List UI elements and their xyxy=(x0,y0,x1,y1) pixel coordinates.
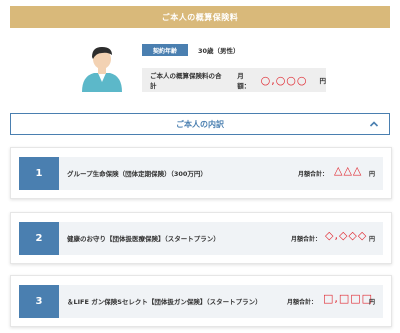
item-number: 1 xyxy=(19,157,59,190)
contract-age-badge: 契約年齢 xyxy=(142,44,188,56)
page-header: ご本人の概算保険料 xyxy=(10,6,390,28)
insurance-item-body: 2 健康のお守り【団体扱医療保険】（スタートプラン） 月額合計： ◇,◇◇◇ 円 xyxy=(19,222,383,255)
insurance-item-card: 3 ＆LIFE ガン保険Sセレクト【団体扱ガン保険】（スタートプラン） 月額合計… xyxy=(10,275,392,327)
item-number: 2 xyxy=(19,222,59,255)
breakdown-toggle-button[interactable]: ご本人の内訳 xyxy=(10,113,390,135)
insurance-item-body: 3 ＆LIFE ガン保険Sセレクト【団体扱ガン保険】（スタートプラン） 月額合計… xyxy=(19,285,383,318)
item-plan-name: グループ生命保険（団体定期保険）（300万円） xyxy=(67,170,207,178)
chevron-up-icon xyxy=(369,121,379,127)
insurance-item-card: 2 健康のお守り【団体扱医療保険】（スタートプラン） 月額合計： ◇,◇◇◇ 円 xyxy=(10,212,392,264)
item-yen-unit: 円 xyxy=(368,236,375,243)
item-monthly-label: 月額合計： xyxy=(291,236,322,243)
contract-age-value: 30歳（男性） xyxy=(198,47,240,55)
item-monthly-amount: ◇,◇◇◇ xyxy=(325,229,368,242)
item-monthly-amount: □,□□□ xyxy=(323,292,374,305)
item-yen-unit: 円 xyxy=(368,171,375,178)
item-monthly-label: 月額合計： xyxy=(298,171,329,178)
insurance-item-body: 1 グループ生命保険（団体定期保険）（300万円） 月額合計： △△△ 円 xyxy=(19,157,383,190)
item-plan-name: 健康のお守り【団体扱医療保険】（スタートプラン） xyxy=(67,235,220,243)
item-plan-name: ＆LIFE ガン保険Sセレクト【団体扱ガン保険】（スタートプラン） xyxy=(67,298,262,306)
breakdown-toggle-label: ご本人の内訳 xyxy=(176,119,224,129)
total-premium-amount: ○,○○○ xyxy=(260,73,308,87)
total-monthly-label: 月額： xyxy=(237,72,251,90)
contract-age-label: 契約年齢 xyxy=(152,47,177,55)
item-monthly-label: 月額合計： xyxy=(287,299,318,306)
total-premium-label: ご本人の概算保険料の合計 xyxy=(150,72,222,90)
page-title: ご本人の概算保険料 xyxy=(161,12,239,22)
total-yen-unit: 円 xyxy=(319,77,327,85)
user-avatar-icon xyxy=(82,47,122,92)
item-yen-unit: 円 xyxy=(368,299,375,306)
premium-summary-page: ご本人の概算保険料 契約年齢 30歳（男性） ご本人の概算保険料の合計 月額： … xyxy=(0,0,400,333)
insurance-item-card: 1 グループ生命保険（団体定期保険）（300万円） 月額合計： △△△ 円 xyxy=(10,147,392,199)
total-premium-box: ご本人の概算保険料の合計 月額： ○,○○○ 円 xyxy=(142,68,326,92)
item-monthly-amount: △△△ xyxy=(334,164,363,177)
item-number: 3 xyxy=(19,285,59,318)
